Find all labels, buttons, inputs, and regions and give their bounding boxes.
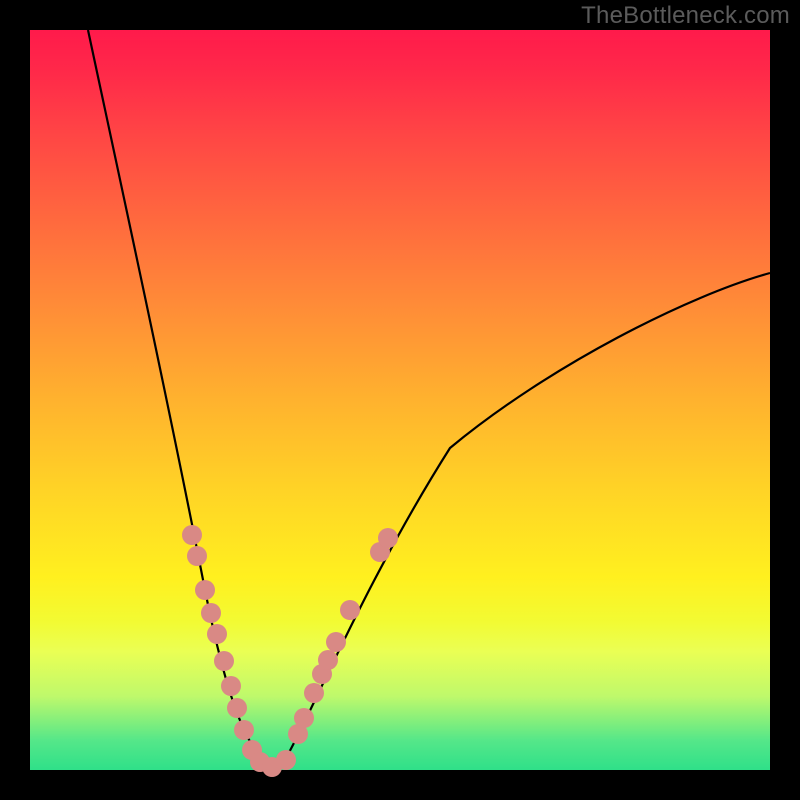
left-dot-7 xyxy=(221,676,241,696)
left-dot-6 xyxy=(214,651,234,671)
bottom-dot-3 xyxy=(276,750,296,770)
right-dot-6 xyxy=(326,632,346,652)
left-branch-curve xyxy=(88,30,272,768)
plot-area xyxy=(30,30,770,770)
right-branch-curve xyxy=(280,273,770,768)
left-dot-5 xyxy=(207,624,227,644)
left-dot-3 xyxy=(195,580,215,600)
right-dot-9 xyxy=(378,528,398,548)
right-dot-7 xyxy=(340,600,360,620)
data-points xyxy=(182,525,398,777)
watermark-text: TheBottleneck.com xyxy=(581,2,790,30)
left-dot-2 xyxy=(187,546,207,566)
left-dot-8 xyxy=(227,698,247,718)
left-dot-1 xyxy=(182,525,202,545)
chart-frame: TheBottleneck.com xyxy=(0,0,800,800)
right-dot-2 xyxy=(294,708,314,728)
right-dot-3 xyxy=(304,683,324,703)
left-dot-9 xyxy=(234,720,254,740)
right-dot-5 xyxy=(318,650,338,670)
chart-svg xyxy=(30,30,770,770)
left-dot-4 xyxy=(201,603,221,623)
